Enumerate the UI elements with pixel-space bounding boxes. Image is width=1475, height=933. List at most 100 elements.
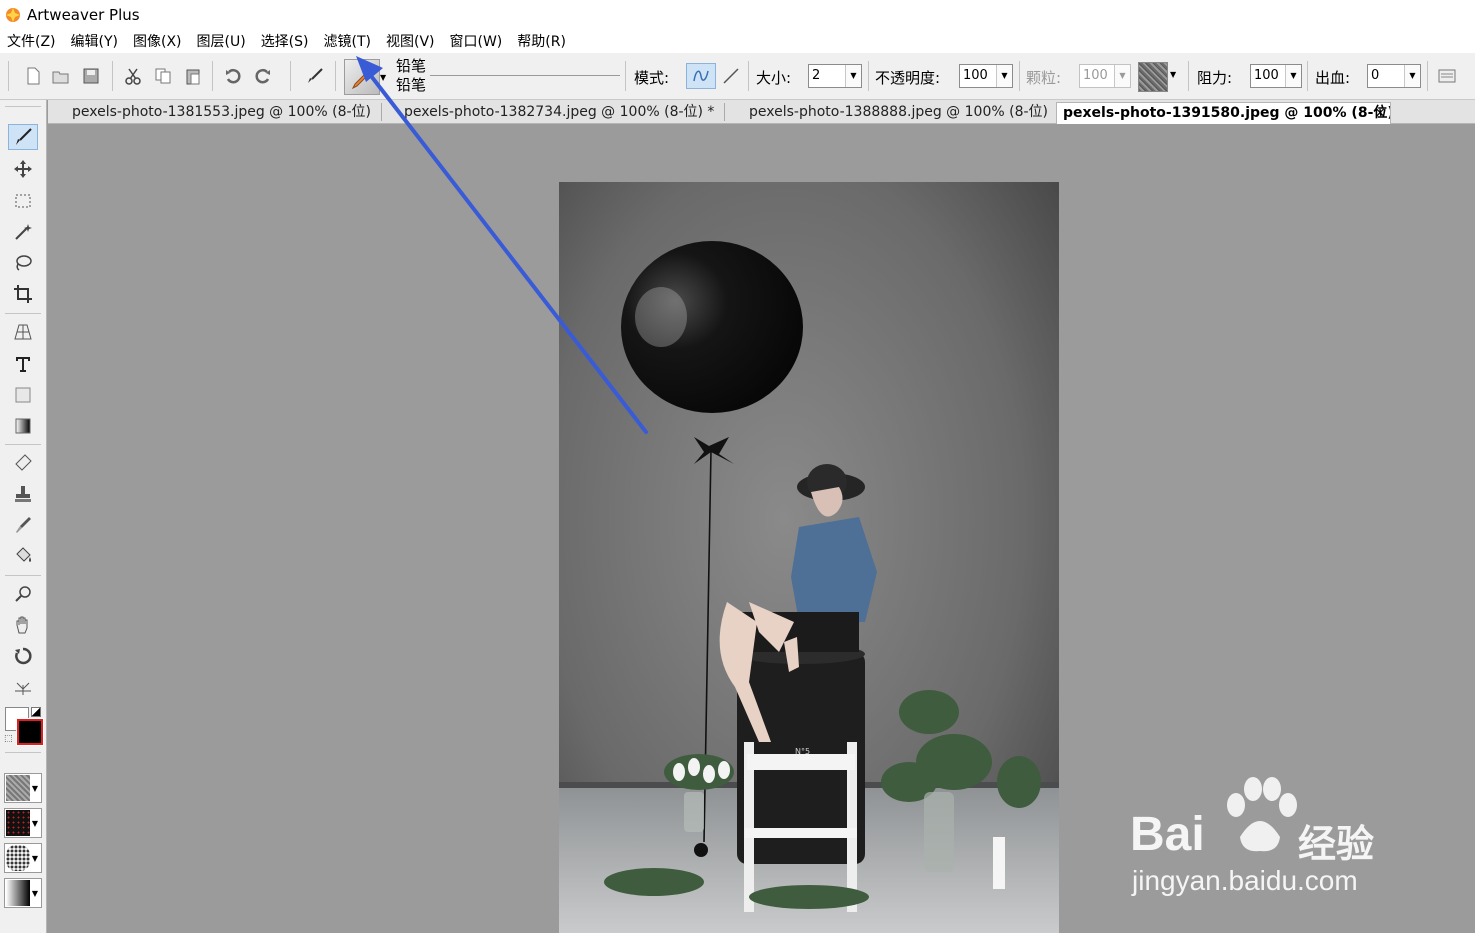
resist-select[interactable]: 100 ▼	[1250, 64, 1302, 88]
cut-button[interactable]	[122, 65, 144, 87]
tool-crop[interactable]	[8, 281, 38, 307]
brush-name-underline	[430, 75, 620, 76]
mode-freehand-button[interactable]	[686, 63, 716, 89]
rectangle-select-icon	[15, 194, 31, 208]
text-tool-icon	[16, 357, 30, 372]
toolbar-separator	[335, 61, 336, 91]
menu-edit[interactable]: 编辑(Y)	[71, 31, 118, 51]
document-tab[interactable]: pexels-photo-1381553.jpeg @ 100% (8-位)	[66, 102, 378, 124]
chevron-down-icon: ▼	[845, 65, 861, 87]
swap-colors-icon[interactable]	[31, 707, 41, 717]
chevron-down-icon: ▼	[31, 853, 39, 863]
paper-texture-swatch[interactable]	[1138, 62, 1168, 92]
size-select[interactable]: 2 ▼	[808, 64, 862, 88]
tool-lasso[interactable]	[8, 250, 38, 276]
menu-view[interactable]: 视图(V)	[386, 31, 435, 51]
brush-tip-preset-select[interactable]: ▼	[4, 843, 42, 873]
brush-settings-button[interactable]	[1436, 65, 1458, 87]
document-tab[interactable]: pexels-photo-1388888.jpeg @ 100% (8-位)	[743, 102, 1055, 124]
options-toolbar: ▼ 铅笔 铅笔 模式: 大小: 2 ▼ 不透明度: 100 ▼ 颗粒: 100 …	[0, 53, 1475, 100]
menu-filter[interactable]: 滤镜(T)	[324, 31, 371, 51]
brush-preview-button[interactable]	[344, 59, 380, 95]
menu-window[interactable]: 窗口(W)	[450, 31, 503, 51]
paste-button[interactable]	[182, 65, 204, 87]
menu-select[interactable]: 选择(S)	[261, 31, 309, 51]
brush-category[interactable]: 铅笔	[396, 57, 426, 76]
menu-help[interactable]: 帮助(R)	[517, 31, 566, 51]
tool-move[interactable]	[8, 156, 38, 182]
toolbar-separator	[212, 61, 213, 91]
toolbar-separator	[112, 61, 113, 91]
tool-eyedropper[interactable]	[8, 512, 38, 538]
tool-rotate[interactable]	[8, 643, 38, 669]
tool-paint-bucket[interactable]	[8, 543, 38, 569]
open-file-button[interactable]	[50, 65, 72, 87]
brush-tool-button[interactable]	[304, 65, 326, 87]
menu-image[interactable]: 图像(X)	[133, 31, 182, 51]
menu-layer[interactable]: 图层(U)	[197, 31, 246, 51]
document-tab-active[interactable]: pexels-photo-1391580.jpeg @ 100% (8-位) ×	[1056, 102, 1391, 124]
toolbox: ⬚ ▼ ▼ ▼ ▼	[0, 100, 47, 933]
resist-label: 阻力:	[1197, 69, 1233, 87]
move-arrows-icon	[14, 160, 32, 178]
brush-tip-swatch	[6, 845, 30, 871]
redo-button[interactable]	[252, 65, 274, 87]
pencil-icon	[351, 67, 374, 90]
brush-variant[interactable]: 铅笔	[396, 76, 426, 95]
bleed-select[interactable]: 0 ▼	[1367, 64, 1421, 88]
texture-dropdown-icon[interactable]: ▼	[1170, 70, 1176, 79]
foreground-color-swatch[interactable]	[16, 718, 44, 746]
tool-eraser[interactable]	[8, 450, 38, 476]
crop-icon	[14, 285, 32, 303]
toolbar-separator	[1188, 61, 1189, 91]
copy-button[interactable]	[152, 65, 174, 87]
toolbar-separator	[868, 61, 869, 91]
toolbox-separator	[5, 313, 41, 314]
brush-dropdown-icon[interactable]: ▼	[380, 73, 386, 82]
freehand-stroke-icon	[693, 70, 709, 82]
chevron-down-icon: ▼	[31, 783, 39, 793]
menu-file[interactable]: 文件(Z)	[7, 31, 56, 51]
tool-magic-wand[interactable]	[8, 219, 38, 245]
gradient-preset-select[interactable]: ▼	[4, 878, 42, 908]
save-button[interactable]	[80, 65, 102, 87]
tool-rectangle-select[interactable]	[8, 188, 38, 214]
close-icon[interactable]: ×	[1374, 103, 1386, 124]
size-value: 2	[812, 68, 821, 83]
texture-preset-select[interactable]: ▼	[4, 773, 42, 803]
tool-text[interactable]	[8, 351, 38, 377]
document-tab[interactable]: pexels-photo-1382734.jpeg @ 100% (8-位) *	[398, 102, 728, 124]
baidu-jingyan-watermark: Bai 经验 jingyan.baidu.com	[1130, 775, 1400, 905]
watermark-url: jingyan.baidu.com	[1132, 865, 1358, 896]
mode-straight-button[interactable]	[720, 65, 742, 87]
mode-label: 模式:	[634, 69, 670, 87]
chevron-down-icon: ▼	[1114, 65, 1130, 87]
opacity-label: 不透明度:	[875, 69, 941, 87]
toolbox-separator	[5, 444, 41, 445]
tool-symmetry[interactable]	[8, 674, 38, 700]
pattern-swatch	[6, 810, 30, 836]
undo-button[interactable]	[222, 65, 244, 87]
eraser-icon	[15, 454, 32, 471]
magic-wand-icon	[15, 224, 32, 240]
new-file-button[interactable]	[22, 65, 44, 87]
eyedropper-icon	[16, 517, 31, 533]
watermark-brand-cn: 经验	[1298, 822, 1375, 866]
tool-gradient[interactable]	[8, 413, 38, 439]
tool-zoom[interactable]	[8, 581, 38, 607]
cut-icon	[125, 68, 141, 85]
document-canvas-image[interactable]: N°5	[559, 182, 1059, 933]
tool-brush[interactable]	[8, 124, 38, 150]
tool-perspective[interactable]	[8, 319, 38, 345]
tool-shape[interactable]	[8, 382, 38, 408]
tab-divider	[724, 103, 725, 121]
toolbar-separator	[1019, 61, 1020, 91]
opacity-select[interactable]: 100 ▼	[959, 64, 1013, 88]
pattern-preset-select[interactable]: ▼	[4, 808, 42, 838]
tool-clone-stamp[interactable]	[8, 481, 38, 507]
tool-hand[interactable]	[8, 612, 38, 638]
grain-select[interactable]: 100 ▼	[1079, 64, 1131, 88]
reset-colors-icon[interactable]: ⬚	[4, 734, 15, 744]
texture-swatch	[6, 775, 30, 801]
symmetry-icon	[15, 682, 31, 695]
